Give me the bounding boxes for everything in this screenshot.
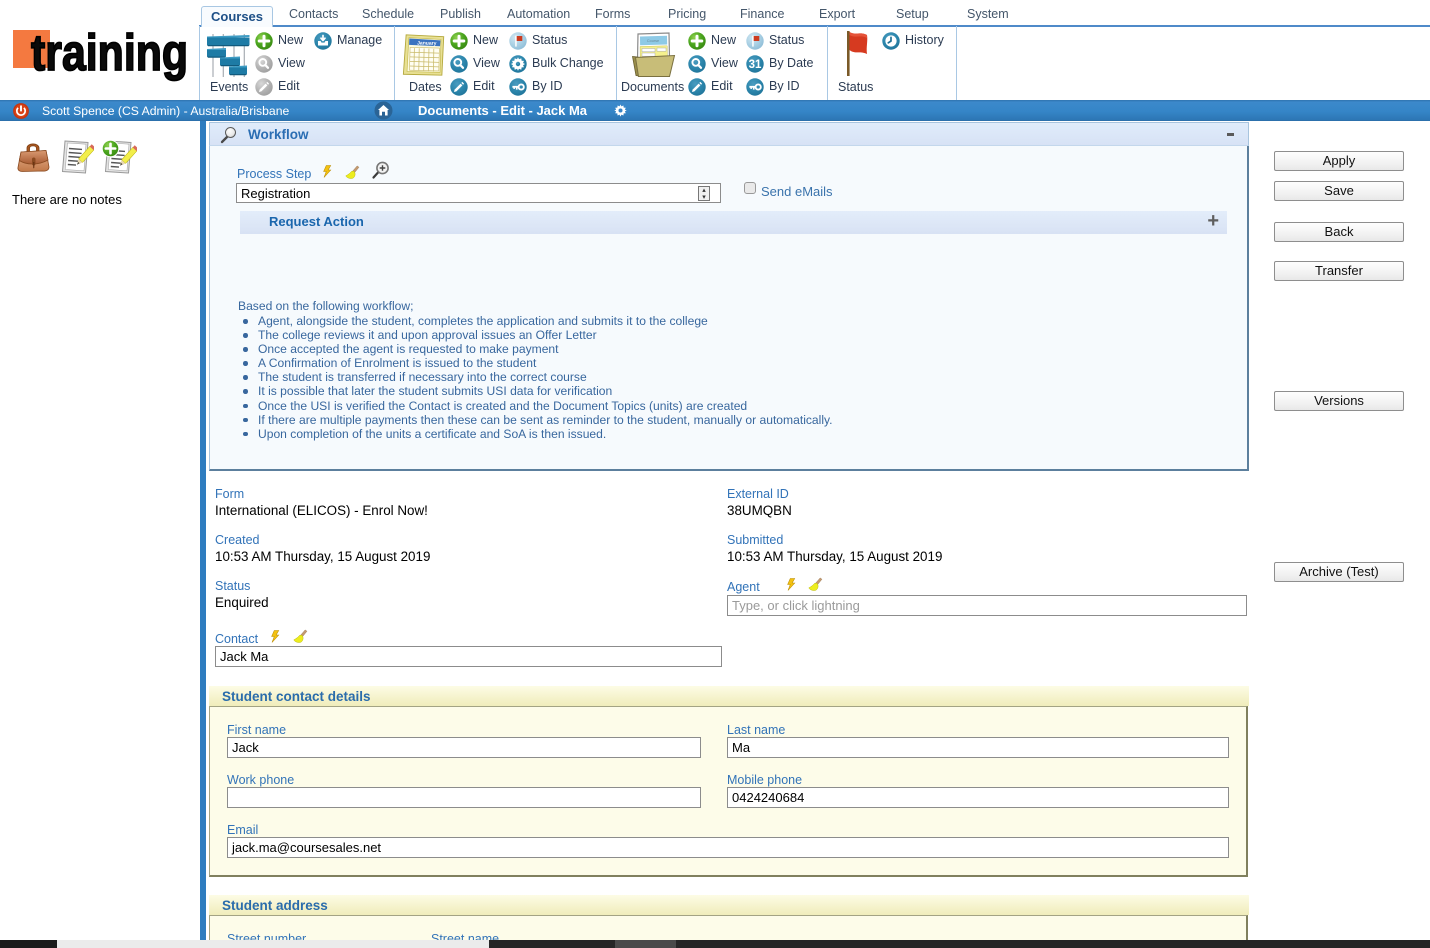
svg-text:January: January (417, 40, 437, 46)
svg-text:Course: Course (647, 39, 659, 43)
svg-text:31: 31 (749, 59, 762, 71)
